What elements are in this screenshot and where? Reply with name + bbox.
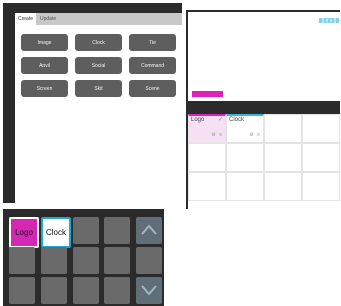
key-label: Clock bbox=[45, 228, 66, 237]
layout-grid-panel: Logo ✓ ⚙ ≡ Clock ⚙ ≡ bbox=[186, 103, 340, 209]
command-button[interactable]: Command bbox=[129, 57, 176, 74]
grid-cell-empty[interactable] bbox=[302, 114, 340, 143]
key-empty[interactable] bbox=[104, 247, 130, 274]
grid-cell-empty[interactable] bbox=[264, 114, 302, 143]
keypad-panel: Logo Clock bbox=[3, 209, 164, 306]
preview-logo-bar[interactable] bbox=[192, 91, 223, 97]
grid-cell-empty[interactable] bbox=[264, 172, 302, 201]
social-button[interactable]: Social bbox=[75, 57, 122, 74]
key-empty[interactable] bbox=[104, 277, 130, 304]
grid-cell-empty[interactable] bbox=[226, 172, 264, 201]
clock-button[interactable]: Clock bbox=[75, 34, 122, 51]
key-label: Logo bbox=[15, 228, 33, 237]
key-empty[interactable] bbox=[73, 277, 99, 304]
grid-cell-empty[interactable] bbox=[226, 143, 264, 172]
grid-cell-empty[interactable] bbox=[264, 143, 302, 172]
grid-cell-empty[interactable] bbox=[188, 143, 226, 172]
layout-grid: Logo ✓ ⚙ ≡ Clock ⚙ ≡ bbox=[188, 114, 340, 209]
tab-create[interactable]: Create bbox=[15, 13, 37, 25]
anvil-button[interactable]: Anvil bbox=[21, 57, 68, 74]
chevron-down-icon bbox=[141, 285, 157, 296]
key-empty[interactable] bbox=[41, 247, 67, 274]
grid-cell-empty[interactable] bbox=[188, 172, 226, 201]
tie-button[interactable]: Tie bbox=[129, 34, 176, 51]
key-empty[interactable] bbox=[41, 277, 67, 304]
cell-settings-icon[interactable]: ⚙ ≡ bbox=[249, 132, 261, 138]
scroll-down-button[interactable] bbox=[136, 277, 162, 304]
editor-body: Image Clock Tie Anvil Social Command Scr… bbox=[15, 25, 182, 203]
preview-canvas[interactable] bbox=[188, 12, 340, 101]
skit-button[interactable]: Skit bbox=[75, 80, 122, 97]
scene-button[interactable]: Scene bbox=[129, 80, 176, 97]
grid-cell-clock[interactable]: Clock ⚙ ≡ bbox=[226, 114, 264, 143]
image-button[interactable]: Image bbox=[21, 34, 68, 51]
key-empty[interactable] bbox=[9, 277, 35, 304]
editor-tab-bar: Create Update bbox=[15, 13, 182, 25]
preview-panel bbox=[186, 10, 340, 103]
key-clock[interactable]: Clock bbox=[41, 217, 71, 248]
grid-cell-logo[interactable]: Logo ✓ ⚙ ≡ bbox=[188, 114, 226, 143]
checkmark-icon[interactable]: ✓ bbox=[218, 116, 223, 123]
scroll-up-button[interactable] bbox=[136, 217, 162, 244]
tab-update[interactable]: Update bbox=[37, 13, 59, 25]
cell-settings-icon[interactable]: ⚙ ≡ bbox=[211, 132, 223, 138]
grid-cell-empty[interactable] bbox=[302, 172, 340, 201]
grid-cell-empty[interactable] bbox=[302, 143, 340, 172]
screen-button[interactable]: Screen bbox=[21, 80, 68, 97]
grid-cell-label: Clock bbox=[229, 117, 245, 123]
key-empty[interactable] bbox=[104, 217, 130, 244]
key-empty[interactable] bbox=[73, 217, 99, 244]
key-empty[interactable] bbox=[73, 247, 99, 274]
key-empty[interactable] bbox=[136, 247, 162, 274]
preview-clock-tag[interactable] bbox=[319, 18, 339, 23]
chevron-up-icon bbox=[141, 224, 157, 235]
key-empty[interactable] bbox=[9, 247, 35, 274]
grid-cell-label: Logo bbox=[191, 117, 205, 123]
key-logo[interactable]: Logo bbox=[9, 217, 39, 248]
editor-panel: Create Update Image Clock Tie Anvil Soci… bbox=[3, 3, 182, 203]
